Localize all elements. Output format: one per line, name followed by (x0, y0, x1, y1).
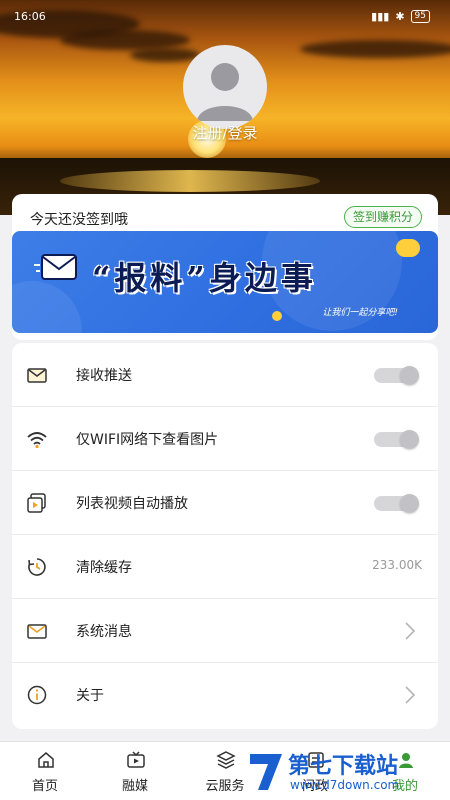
tab-label: 融媒 (121, 779, 148, 794)
tab-media[interactable]: 融媒 (90, 742, 180, 800)
mail-icon (27, 624, 47, 639)
clock-icon (28, 558, 46, 576)
checkin-button[interactable]: 签到赚积分 (343, 206, 422, 228)
setting-autoplay-video[interactable]: 列表视频自动播放 (12, 471, 438, 535)
setting-wifi-images-only[interactable]: 仅WIFI网络下查看图片 (12, 407, 438, 471)
chevron-right-icon (405, 622, 416, 640)
cache-size-value: 233.00K (372, 558, 422, 572)
setting-system-messages[interactable]: 系统消息 (12, 599, 438, 663)
media-icon (127, 751, 145, 768)
tab-label: 首页 (31, 779, 58, 794)
site-watermark: 第七下载站 www.d7down.com (246, 744, 446, 800)
login-register-link[interactable]: 注册/登录 (150, 122, 300, 143)
push-toggle[interactable] (374, 366, 419, 385)
autoplay-toggle[interactable] (374, 494, 419, 513)
envelope-icon (34, 254, 77, 280)
user-avatar-icon (197, 63, 253, 121)
tab-home[interactable]: 首页 (0, 742, 90, 800)
banner-title: “报料”身边事 (92, 259, 317, 297)
info-icon (27, 685, 47, 705)
envelope-icon (27, 368, 47, 383)
setting-label: 列表视频自动播放 (76, 496, 188, 512)
setting-clear-cache[interactable]: 清除缓存 233.00K (12, 535, 438, 599)
setting-label: 清除缓存 (76, 560, 132, 576)
chevron-right-icon (405, 686, 416, 704)
battery-icon: 95 (410, 10, 430, 23)
setting-label: 系统消息 (76, 624, 132, 640)
wifi-images-toggle[interactable] (374, 430, 419, 449)
cloud-service-icon (216, 751, 236, 769)
setting-about[interactable]: 关于 (12, 663, 438, 727)
setting-receive-push[interactable]: 接收推送 (12, 343, 438, 407)
watermark-url: www.d7down.com (290, 778, 400, 792)
watermark-logo-icon (250, 754, 282, 790)
home-icon (38, 752, 54, 768)
wifi-icon (27, 432, 47, 449)
avatar[interactable] (183, 45, 267, 129)
settings-list: 接收推送 仅WIFI网络下查看图片 列表视频自动播放 清除缓存 233.00K (12, 343, 438, 729)
bluetooth-icon: ✱ (395, 10, 405, 23)
checkin-status-text: 今天还没签到哦 (30, 212, 128, 228)
status-bar: 16:06 ▮▮▮ ✱ 95 (0, 10, 450, 26)
video-icon (27, 493, 46, 513)
banner-subtitle: 让我们一起分享吧! (322, 308, 398, 318)
setting-label: 关于 (76, 688, 104, 704)
signal-icon: ▮▮▮ (371, 10, 390, 23)
setting-label: 接收推送 (76, 368, 132, 384)
setting-label: 仅WIFI网络下查看图片 (76, 432, 219, 448)
watermark-title: 第七下载站 (288, 754, 399, 779)
status-time: 16:06 (14, 10, 46, 23)
chat-bubble-icon (396, 239, 420, 257)
report-news-banner[interactable]: “报料”身边事 让我们一起分享吧! (12, 231, 438, 333)
